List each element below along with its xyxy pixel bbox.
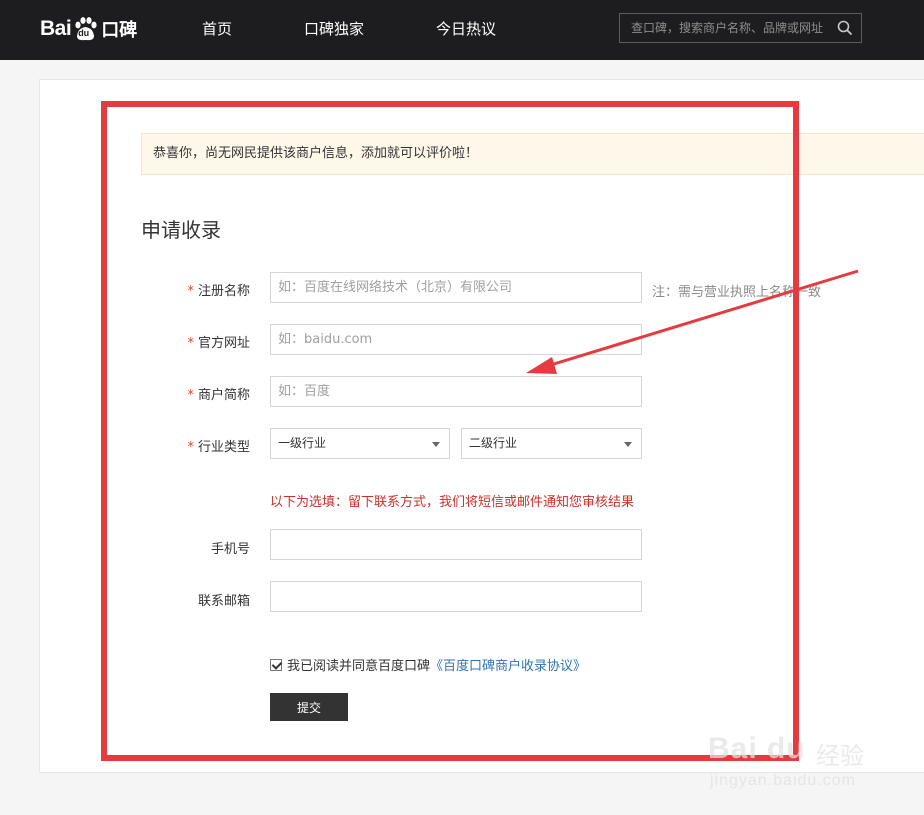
nav-koubei-exclusive[interactable]: 口碑独家 [304, 0, 364, 60]
industry-level1-value: 一级行业 [278, 436, 327, 450]
required-mark: * [187, 440, 194, 455]
agreement-link[interactable]: 《百度口碑商户收录协议》 [430, 655, 586, 674]
official-website-input[interactable] [270, 324, 642, 355]
optional-fields-note: 以下为选填：留下联系方式，我们将短信或邮件通知您审核结果 [270, 495, 635, 510]
form-title: 申请收录 [141, 218, 221, 242]
paw-icon: du [72, 16, 98, 42]
official-website-label-text: 官方网址 [197, 336, 250, 351]
search-icon[interactable] [837, 20, 853, 36]
registered-name-label-text: 注册名称 [197, 284, 250, 299]
registered-name-input[interactable] [270, 272, 642, 303]
search-box [619, 13, 862, 43]
industry-level2-value: 二级行业 [469, 436, 518, 450]
registered-name-hint: 注：需与营业执照上名称一致 [652, 285, 822, 300]
industry-level1-select[interactable]: 一级行业 [270, 428, 450, 459]
chevron-down-icon [624, 442, 632, 447]
baidu-koubei-logo[interactable]: Bai du 口碑 [40, 12, 137, 46]
agreement-checkbox[interactable] [270, 658, 282, 671]
top-navigation-bar: Bai du 口碑 首页 口碑独家 今日热议 [0, 0, 924, 60]
nav-today-hot[interactable]: 今日热议 [436, 0, 496, 60]
submit-button[interactable]: 提交 [270, 693, 348, 721]
required-mark: * [187, 336, 194, 351]
official-website-label: * 官方网址 [187, 332, 250, 351]
agreement-text: 我已阅读并同意百度口碑 [287, 659, 431, 674]
industry-level2-select[interactable]: 二级行业 [461, 428, 642, 459]
chevron-down-icon [432, 442, 440, 447]
logo-text-du: du [78, 28, 90, 38]
industry-type-label-text: 行业类型 [197, 440, 250, 455]
short-name-input[interactable] [270, 376, 642, 407]
short-name-label-text: 商户简称 [197, 388, 250, 403]
agreement-row: 我已阅读并同意百度口碑 《百度口碑商户收录协议》 [270, 655, 586, 674]
registered-name-label: * 注册名称 [187, 280, 250, 299]
industry-type-label: * 行业类型 [187, 436, 250, 455]
search-input[interactable] [620, 14, 832, 42]
phone-label: 手机号 [210, 542, 250, 557]
short-name-label: * 商户简称 [187, 384, 250, 403]
email-label: 联系邮箱 [197, 594, 250, 609]
phone-input[interactable] [270, 529, 642, 560]
notice-banner: 恭喜你，尚无网民提供该商户信息，添加就可以评价啦！ [141, 133, 924, 175]
required-mark: * [187, 388, 194, 403]
nav-home[interactable]: 首页 [202, 0, 232, 60]
logo-text-koubei: 口碑 [101, 20, 138, 41]
logo-text-bai: Bai [40, 17, 72, 40]
required-mark: * [187, 284, 194, 299]
watermark-url: jingyan.baidu.com [710, 772, 856, 789]
email-input[interactable] [270, 581, 642, 612]
